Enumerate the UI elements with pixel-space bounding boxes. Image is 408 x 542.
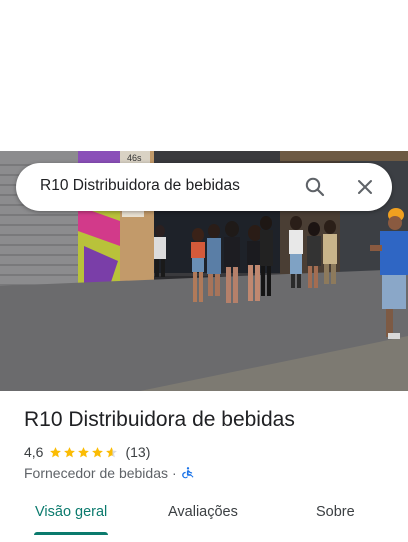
- sign-text: 46s: [127, 153, 142, 163]
- tab-overview[interactable]: Visão geral: [35, 504, 107, 520]
- rating-row[interactable]: 4,6 (13): [24, 443, 150, 461]
- separator-dot: ·: [172, 465, 177, 481]
- star-icon: [64, 446, 76, 457]
- close-icon[interactable]: [353, 175, 377, 199]
- star-icon: [78, 446, 90, 457]
- rating-value: 4,6: [24, 444, 44, 460]
- tab-about[interactable]: Sobre: [316, 504, 355, 520]
- star-icon: [50, 446, 62, 457]
- search-bar[interactable]: R10 Distribuidora de bebidas: [16, 163, 392, 211]
- wheelchair-icon: [181, 467, 194, 479]
- search-input[interactable]: R10 Distribuidora de bebidas: [40, 177, 240, 195]
- place-title: R10 Distribuidora de bebidas: [24, 408, 295, 431]
- half-star-icon: [106, 446, 118, 457]
- blank-top-area: [0, 0, 408, 151]
- place-category: Fornecedor de bebidas: [24, 465, 168, 481]
- star-rating: [49, 446, 119, 459]
- review-count[interactable]: (13): [125, 444, 150, 460]
- tab-bar: Visão geral Avaliações Sobre: [0, 492, 408, 536]
- active-tab-indicator: [34, 532, 108, 535]
- tab-reviews[interactable]: Avaliações: [168, 504, 238, 520]
- category-row: Fornecedor de bebidas ·: [24, 464, 195, 482]
- star-icon: [92, 446, 104, 457]
- search-icon[interactable]: [303, 175, 327, 199]
